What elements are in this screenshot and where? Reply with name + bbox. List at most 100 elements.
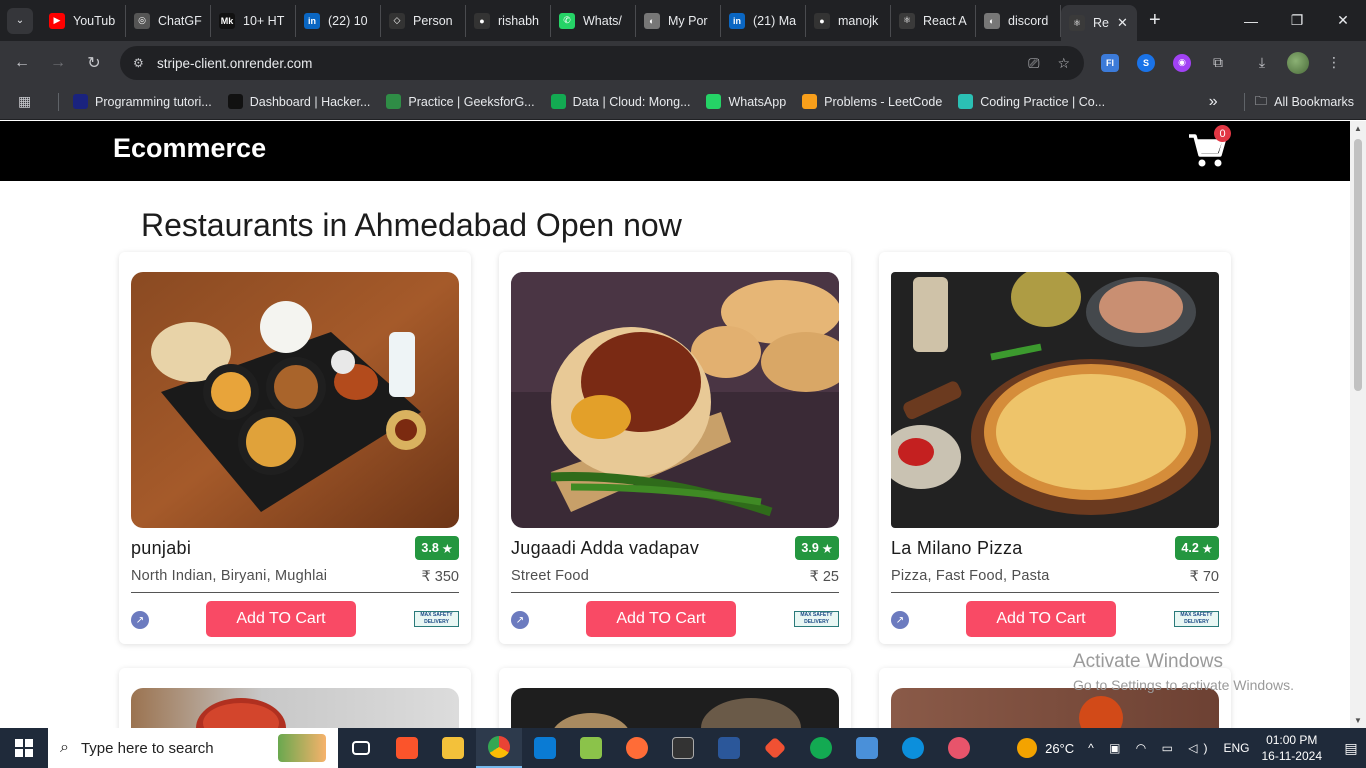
scroll-up-icon[interactable]: ▲ [1354,124,1362,133]
install-app-icon[interactable]: ⎚ [1028,55,1039,72]
browser-tab[interactable]: in (22) 10 [296,4,381,37]
tab-favicon-icon: ◐ [984,12,1000,29]
remote-desktop-icon[interactable] [844,728,890,768]
rating-badge: 4.2 ★ [1175,536,1219,560]
restaurant-image [891,688,1219,728]
tab-search-button[interactable]: ⌄ [7,7,33,34]
browser-tab[interactable]: ✆ Whats/ [551,4,636,37]
bookmarks-divider [58,92,59,111]
restaurant-image [131,688,459,728]
extension-icon-brain[interactable]: ◉ [1164,53,1200,72]
restaurant-card-partial[interactable] [499,668,851,728]
browser-tab[interactable]: ⚛ Re ✕ [1061,5,1137,41]
tab-label: discord [1008,13,1049,28]
postman-icon[interactable] [614,728,660,768]
extension-icon-f[interactable]: Fl [1092,53,1128,72]
browser-tab[interactable]: in (21) Ma [721,4,806,37]
browser-tab[interactable]: ● rishabh [466,4,551,37]
restaurant-card-jugaadi[interactable]: Jugaadi Adda vadapav 3.9 ★ Street Food ₹ … [499,252,851,644]
apps-grid-icon[interactable]: ▦ [18,93,36,110]
notepad-plus-icon[interactable] [568,728,614,768]
file-explorer-icon[interactable] [430,728,476,768]
site-info-icon[interactable]: ⚙ [133,56,151,70]
edge-icon[interactable] [890,728,936,768]
browser-tab[interactable]: ◐ My Por [636,4,721,37]
browser-tab[interactable]: ◇ Person [381,4,466,37]
forward-icon[interactable]: → [40,45,76,81]
brave-icon[interactable] [384,728,430,768]
site-brand[interactable]: Ecommerce [113,133,266,164]
bookmark-star-icon[interactable]: ☆ [1057,55,1070,72]
bookmarks-overflow-icon[interactable]: » [1209,93,1218,111]
start-button[interactable] [0,728,48,768]
url-text[interactable]: stripe-client.onrender.com [157,56,312,71]
bookmark-item[interactable]: Practice | GeeksforG... [386,94,535,109]
card-divider [511,592,839,593]
browser-tab[interactable]: ● manojk [806,4,891,37]
download-icon[interactable]: ⤓ [1244,54,1280,71]
restaurant-name: punjabi [131,538,192,558]
restore-icon[interactable]: ❐ [1274,0,1320,41]
mongodb-compass-icon[interactable] [798,728,844,768]
tab-label: YouTub [73,13,116,28]
scroll-down-icon[interactable]: ▼ [1354,716,1362,725]
bookmark-favicon-icon [227,94,243,109]
add-to-cart-button[interactable]: Add TO Cart [586,601,736,637]
bookmark-item[interactable]: Data | Cloud: Mong... [550,94,691,109]
bookmark-label: Data | Cloud: Mong... [572,94,691,109]
browser-tab[interactable]: Mk 10+ HT [211,4,296,37]
word-icon[interactable] [706,728,752,768]
clock[interactable]: 01:00 PM 16-11-2024 [1262,732,1323,764]
browser-tab[interactable]: ⚛ React A [891,4,976,37]
windows-taskbar: ⌕ Type here to search 26°C ^ ▣ ◠ ▭ ◁) EN… [0,728,1366,768]
bookmark-item[interactable]: Problems - LeetCode [802,94,942,109]
all-bookmarks-link[interactable]: All Bookmarks [1274,95,1354,109]
close-tab-icon[interactable]: ✕ [1117,15,1128,31]
restaurant-card-partial[interactable] [119,668,471,728]
back-icon[interactable]: ← [4,45,40,81]
extension-icon-blue[interactable]: S [1128,53,1164,72]
browser-tab[interactable]: ▶ YouTub [41,4,126,37]
menu-kebab-icon[interactable]: ⋮ [1316,54,1352,71]
cart-count-badge: 0 [1214,125,1231,142]
tab-favicon-icon: in [729,12,745,29]
bookmarks-divider-right [1243,93,1245,111]
bookmarks-bar: ▦ Programming tutori... Dashboard | Hacke… [0,84,1366,120]
task-view-icon[interactable] [338,728,384,768]
terminal-icon[interactable] [660,728,706,768]
bookmark-item[interactable]: Dashboard | Hacker... [227,94,371,109]
browser-tab[interactable]: ◐ discord [976,4,1061,37]
new-tab-button[interactable]: + [1149,9,1161,32]
bookmark-item[interactable]: Coding Practice | Co... [958,94,1105,109]
weather-widget[interactable]: 26°C [1017,738,1074,758]
reload-icon[interactable]: ↻ [76,45,112,81]
vscode-icon[interactable] [522,728,568,768]
git-icon[interactable] [752,728,798,768]
language-indicator[interactable]: ENG [1223,741,1249,755]
tab-label: Whats/ [583,13,622,28]
restaurant-card-la-milano[interactable]: La Milano Pizza 4.2 ★ Pizza, Fast Food, P… [879,252,1231,644]
bookmark-item[interactable]: Programming tutori... [73,94,212,109]
extensions-puzzle-icon[interactable]: ⧉ [1200,54,1236,71]
close-window-icon[interactable]: ✕ [1320,0,1366,41]
tray-icons[interactable]: ^ ▣ ◠ ▭ ◁) [1088,741,1213,755]
restaurant-price: ₹ 350 [421,569,459,585]
restaurant-price: ₹ 25 [809,569,839,585]
windows-logo-icon [15,739,33,757]
chrome-icon[interactable] [476,728,522,768]
browser-tab[interactable]: ◎ ChatGF [126,4,211,37]
minimize-icon[interactable]: — [1228,0,1274,41]
scrollbar-thumb[interactable] [1354,139,1362,391]
address-bar[interactable]: ⚙ stripe-client.onrender.com ⎚ ☆ [120,46,1084,80]
bookmark-item[interactable]: WhatsApp [706,94,786,109]
taskbar-search[interactable]: ⌕ Type here to search [48,728,338,768]
profile-avatar[interactable] [1280,51,1316,74]
snipping-tool-icon[interactable] [936,728,982,768]
trending-icon: ↗ [131,611,149,629]
add-to-cart-button[interactable]: Add TO Cart [206,601,356,637]
bookmark-label: Dashboard | Hacker... [249,94,371,109]
add-to-cart-button[interactable]: Add TO Cart [966,601,1116,637]
restaurant-card-punjabi[interactable]: punjabi 3.8 ★ North Indian, Biryani, Mugh… [119,252,471,644]
page-scrollbar[interactable]: ▲ ▼ [1350,121,1366,728]
notifications-icon[interactable]: ▤ [1336,740,1366,757]
